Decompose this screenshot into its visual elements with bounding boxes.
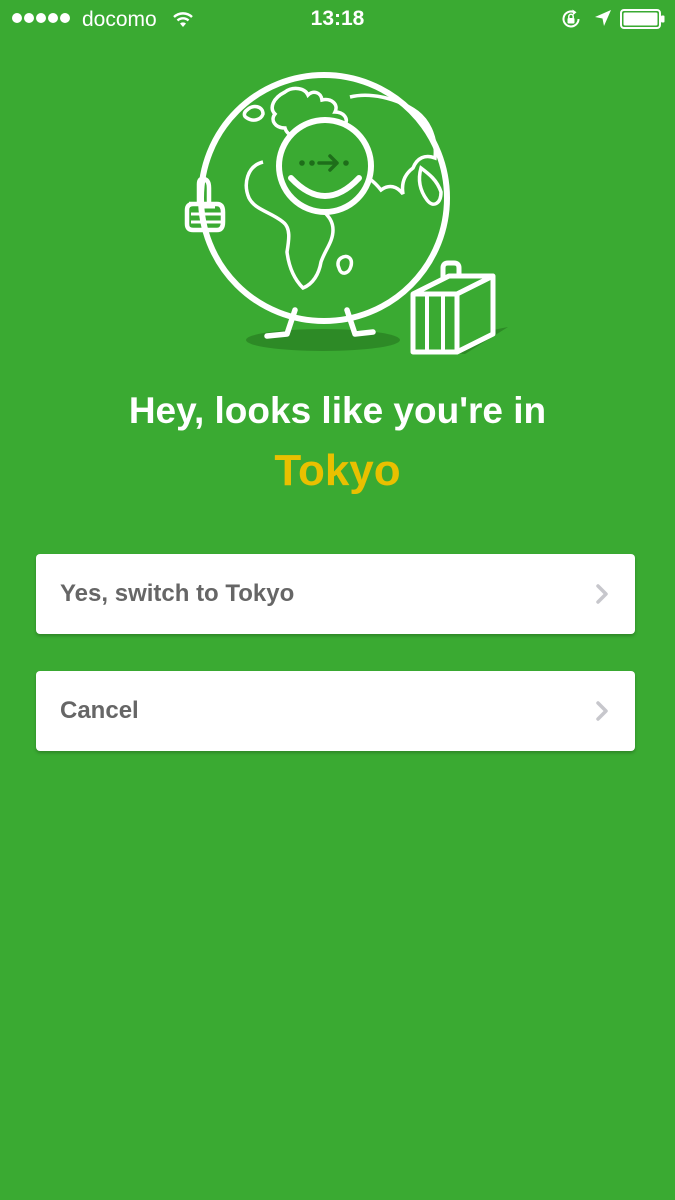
- cancel-label: Cancel: [60, 697, 139, 724]
- switch-city-label: Yes, switch to Tokyo: [60, 580, 295, 607]
- thumbs-up-icon: [184, 176, 226, 233]
- battery-icon: [620, 9, 665, 29]
- suitcase-icon: [410, 260, 496, 355]
- location-prompt-heading: Hey, looks like you're in: [128, 390, 547, 431]
- smiley-face-icon: [276, 117, 374, 215]
- switch-city-button[interactable]: Yes, switch to Tokyo: [36, 554, 635, 634]
- rotation-lock-icon: [562, 9, 580, 28]
- location-arrow-icon: [595, 10, 611, 26]
- detected-city-name: Tokyo: [274, 446, 401, 495]
- chevron-right-icon: [596, 584, 608, 604]
- chevron-right-icon: [596, 701, 608, 721]
- cancel-button[interactable]: Cancel: [36, 671, 635, 751]
- status-bar: docomo 13:18: [0, 0, 675, 40]
- globe-mascot-illustration: [184, 72, 508, 355]
